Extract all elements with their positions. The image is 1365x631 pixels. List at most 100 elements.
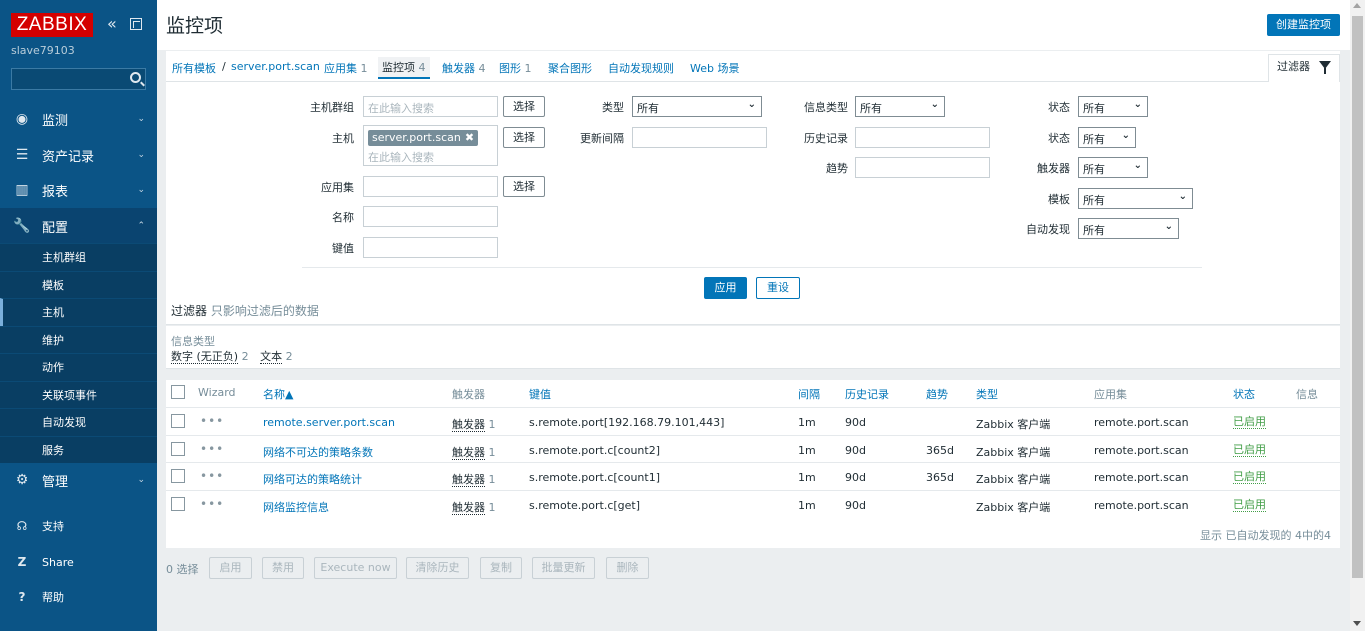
execute-now-button[interactable]: Execute now — [314, 557, 397, 579]
submenu-event-correlation[interactable]: 关联项事件 — [0, 380, 157, 409]
more-options-icon[interactable]: ••• — [200, 469, 224, 483]
logo-row: ZABBIX « — [11, 13, 151, 37]
key-input[interactable] — [363, 237, 498, 258]
info-type-select[interactable]: 所有 ⌄ — [855, 96, 945, 117]
col-key[interactable]: 键值 — [529, 386, 551, 402]
name-input[interactable] — [363, 206, 498, 227]
submenu-host-groups[interactable]: 主机群组 — [0, 243, 157, 271]
menu-support[interactable]: ☊ 支持 — [0, 511, 157, 541]
row-checkbox[interactable] — [171, 414, 185, 428]
discovery-select[interactable]: 所有 ⌄ — [1078, 218, 1179, 239]
sidebar-search-input[interactable] — [11, 68, 146, 90]
menu-inventory[interactable]: ☰ 资产记录 ⌄ — [0, 137, 157, 173]
col-history[interactable]: 历史记录 — [845, 386, 889, 402]
submenu-maintenance[interactable]: 维护 — [0, 325, 157, 354]
tab-applications[interactable]: 应用集 1 — [324, 60, 368, 76]
more-options-icon[interactable]: ••• — [200, 497, 224, 511]
copy-button[interactable]: 复制 — [480, 557, 522, 579]
state-select[interactable]: 所有 ⌄ — [1078, 127, 1136, 148]
page-scrollbar[interactable] — [1350, 0, 1365, 631]
col-trends[interactable]: 趋势 — [926, 386, 948, 402]
tab-graphs[interactable]: 图形 1 — [499, 60, 532, 76]
more-options-icon[interactable]: ••• — [200, 414, 224, 428]
submenu-services[interactable]: 服务 — [0, 435, 157, 464]
scrollbar-thumb[interactable] — [1352, 16, 1363, 578]
breadcrumb-all-templates[interactable]: 所有模板 — [172, 60, 216, 76]
more-options-icon[interactable]: ••• — [200, 442, 224, 456]
row-checkbox[interactable] — [171, 442, 185, 456]
delete-button[interactable]: 删除 — [606, 557, 649, 579]
select-value: 所有 — [860, 102, 882, 115]
tab-items[interactable]: 监控项 4 — [378, 57, 430, 79]
select-all-checkbox[interactable] — [171, 385, 185, 399]
item-status-toggle[interactable]: 已启用 — [1233, 499, 1266, 512]
host-multiselect[interactable]: server.port.scan ✖ 在此输入搜索 — [363, 125, 498, 166]
col-type[interactable]: 类型 — [976, 386, 998, 402]
facet-numeric-unsigned[interactable]: 数字 (无正负) — [171, 350, 239, 364]
info-type-facets: 信息类型 数字 (无正负) 2 文本 2 — [166, 326, 1340, 369]
row-checkbox[interactable] — [171, 497, 185, 511]
enable-button[interactable]: 启用 — [209, 557, 252, 579]
submenu-actions[interactable]: 动作 — [0, 353, 157, 381]
status-label: 状态 — [1048, 101, 1070, 114]
menu-help[interactable]: ? 帮助 — [0, 582, 157, 612]
item-status-toggle[interactable]: 已启用 — [1233, 416, 1266, 429]
info-type-label: 信息类型 — [804, 101, 848, 114]
item-triggers-link[interactable]: 触发器 1 — [452, 471, 496, 487]
item-trends: 365d — [926, 471, 954, 484]
menu-configuration[interactable]: 🔧 配置 ⌃ — [0, 208, 157, 244]
item-name-link[interactable]: 网络监控信息 — [263, 499, 329, 515]
submenu-hosts[interactable]: 主机 — [0, 298, 157, 326]
application-input[interactable] — [363, 176, 498, 197]
reset-filter-button[interactable]: 重设 — [756, 277, 800, 299]
submenu-templates[interactable]: 模板 — [0, 270, 157, 299]
item-triggers-link[interactable]: 触发器 1 — [452, 499, 496, 515]
tab-web-scenarios[interactable]: Web 场景 — [690, 60, 739, 76]
scroll-down-icon[interactable] — [1353, 621, 1361, 626]
facet-text[interactable]: 文本 — [260, 350, 283, 364]
item-name-link[interactable]: remote.server.port.scan — [263, 416, 395, 429]
kiosk-mode-icon[interactable] — [130, 18, 142, 30]
scroll-up-icon[interactable] — [1353, 3, 1361, 8]
item-status-toggle[interactable]: 已启用 — [1233, 471, 1266, 484]
zabbix-logo[interactable]: ZABBIX — [11, 13, 93, 37]
interval-input[interactable] — [632, 127, 767, 148]
item-name-link[interactable]: 网络可达的策略统计 — [263, 471, 362, 487]
submenu-discovery[interactable]: 自动发现 — [0, 408, 157, 436]
search-icon[interactable] — [130, 72, 141, 83]
breadcrumb-host[interactable]: server.port.scan — [231, 60, 320, 73]
filter-toggle-tab[interactable]: 过滤器 — [1268, 54, 1340, 82]
create-item-button[interactable]: 创建监控项 — [1267, 14, 1340, 36]
menu-monitoring[interactable]: ◉ 监测 ⌄ — [0, 101, 157, 137]
tab-triggers[interactable]: 触发器 4 — [442, 60, 486, 76]
clear-history-button[interactable]: 清除历史 — [406, 557, 469, 579]
item-triggers-link[interactable]: 触发器 1 — [452, 444, 496, 460]
col-status[interactable]: 状态 — [1233, 386, 1255, 402]
host-group-select-button[interactable]: 选择 — [503, 96, 545, 117]
tab-screens[interactable]: 聚合图形 — [548, 60, 592, 76]
triggers-select[interactable]: 所有 ⌄ — [1078, 157, 1148, 178]
menu-reports[interactable]: ▥ 报表 ⌄ — [0, 172, 157, 208]
menu-administration[interactable]: ⚙ 管理 ⌄ — [0, 462, 157, 498]
application-select-button[interactable]: 选择 — [503, 176, 545, 197]
trends-input[interactable] — [855, 157, 990, 178]
tab-discovery-rules[interactable]: 自动发现规则 — [608, 60, 674, 76]
template-select[interactable]: 所有 ⌄ — [1078, 188, 1193, 209]
disable-button[interactable]: 禁用 — [262, 557, 304, 579]
row-checkbox[interactable] — [171, 469, 185, 483]
item-name-link[interactable]: 网络不可达的策略条数 — [263, 444, 373, 460]
col-interval[interactable]: 间隔 — [798, 386, 820, 402]
history-input[interactable] — [855, 127, 990, 148]
item-status-toggle[interactable]: 已启用 — [1233, 444, 1266, 457]
menu-share[interactable]: Z Share — [0, 547, 157, 577]
host-select-button[interactable]: 选择 — [503, 127, 545, 148]
item-triggers-link[interactable]: 触发器 1 — [452, 416, 496, 432]
apply-filter-button[interactable]: 应用 — [704, 277, 747, 299]
host-group-input[interactable]: 在此输入搜索 — [363, 96, 498, 117]
col-name[interactable]: 名称▲ — [263, 386, 293, 402]
collapse-sidebar-icon[interactable]: « — [107, 16, 117, 32]
status-select[interactable]: 所有 ⌄ — [1078, 96, 1148, 117]
type-select[interactable]: 所有 ⌄ — [632, 96, 762, 117]
remove-tag-icon[interactable]: ✖ — [465, 131, 474, 144]
mass-update-button[interactable]: 批量更新 — [532, 557, 595, 579]
